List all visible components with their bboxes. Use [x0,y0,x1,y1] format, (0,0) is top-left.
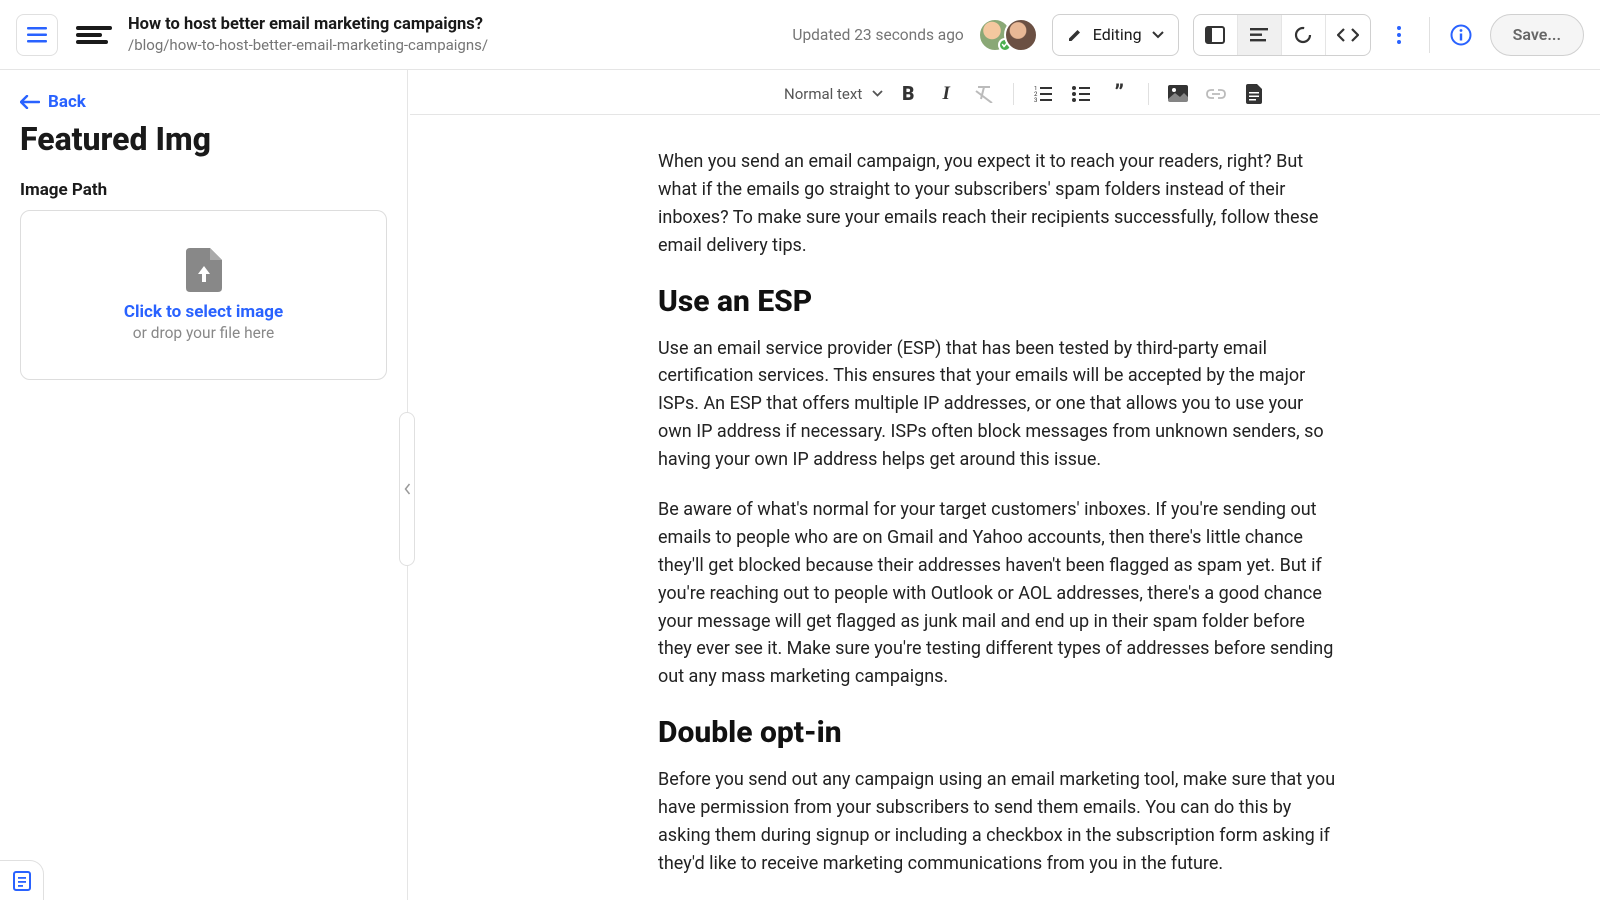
divider [1429,17,1430,53]
updated-status: Updated 23 seconds ago [792,26,963,44]
title-area: How to host better email marketing campa… [128,15,792,54]
app-header: How to host better email marketing campa… [0,0,1600,70]
text-lines-icon [1250,28,1268,42]
view-sync-button[interactable] [1282,15,1326,55]
paragraph[interactable]: Be aware of what's normal for your targe… [658,496,1340,691]
info-icon [1450,24,1472,46]
chevron-down-icon [872,90,883,97]
page-icon [1246,84,1262,104]
more-vertical-icon [1397,26,1401,44]
field-label: Image Path [20,180,387,200]
image-dropzone[interactable]: Click to select image or drop your file … [20,210,387,380]
info-button[interactable] [1448,24,1474,46]
italic-button[interactable]: I [929,77,963,111]
file-upload-icon [186,248,222,292]
clear-format-button[interactable] [967,77,1001,111]
link-icon [1206,89,1226,99]
clear-format-icon [974,85,994,103]
back-label: Back [48,92,86,112]
ordered-list-icon: 123 [1034,86,1052,102]
editing-mode-dropdown[interactable]: Editing [1052,14,1179,56]
dropzone-main-text: Click to select image [124,302,283,322]
editor-content[interactable]: When you send an email campaign, you exp… [408,70,1600,900]
svg-text:3: 3 [1034,97,1037,102]
quote-button[interactable]: ” [1102,77,1136,111]
format-toolbar: Normal text B I 123 ” [410,73,1600,115]
editing-mode-label: Editing [1093,25,1142,44]
document-path: /blog/how-to-host-better-email-marketing… [128,36,792,54]
code-icon [1337,28,1359,42]
chevron-left-icon [404,483,411,495]
heading[interactable]: Use an ESP [658,284,1340,319]
unordered-list-button[interactable] [1064,77,1098,111]
text-style-dropdown[interactable]: Normal text [780,85,887,103]
app-logo [76,26,112,44]
hamburger-icon [27,27,47,43]
view-text-button[interactable] [1238,15,1282,55]
sync-icon [1293,25,1313,45]
divider [1013,83,1014,105]
avatar[interactable] [1004,18,1038,52]
view-code-button[interactable] [1326,15,1370,55]
note-icon [13,871,31,891]
sidebar-panel: Back Featured Img Image Path Click to se… [0,70,408,900]
image-icon [1168,85,1188,102]
panel-left-icon [1205,26,1225,44]
document-title: How to host better email marketing campa… [128,15,792,34]
dropzone-sub-text: or drop your file here [133,324,274,342]
view-mode-group [1193,14,1371,56]
collaborator-avatars [978,18,1038,52]
image-button[interactable] [1161,77,1195,111]
save-button[interactable]: Save... [1490,14,1584,56]
bottom-tab-button[interactable] [0,860,44,900]
heading[interactable]: Double opt-in [658,715,1340,750]
pencil-icon [1067,27,1083,43]
collapse-handle[interactable] [399,412,415,566]
paragraph[interactable]: Use an email service provider (ESP) that… [658,335,1340,474]
page-button[interactable] [1237,77,1271,111]
ordered-list-button[interactable]: 123 [1026,77,1060,111]
unordered-list-icon [1072,86,1090,102]
menu-button[interactable] [16,14,58,56]
paragraph[interactable]: Before you send out any campaign using a… [658,766,1340,878]
paragraph[interactable]: When you send an email campaign, you exp… [658,148,1340,260]
chevron-down-icon [1152,31,1164,39]
link-button[interactable] [1199,77,1233,111]
view-sidebar-button[interactable] [1194,15,1238,55]
arrow-left-icon [20,95,40,109]
more-button[interactable] [1387,26,1411,44]
divider [1148,83,1149,105]
panel-title: Featured Img [20,120,387,158]
back-button[interactable]: Back [20,92,387,112]
bold-button[interactable]: B [891,77,925,111]
